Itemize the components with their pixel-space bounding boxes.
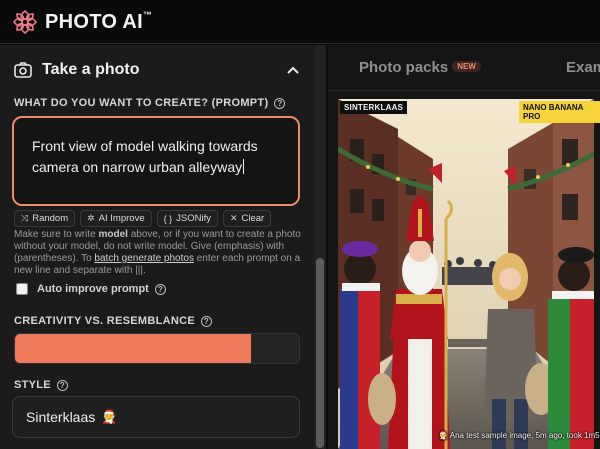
style-emoji: 🧑‍🎄 (101, 409, 118, 424)
app-name: PHOTO AI™ (45, 9, 153, 33)
tab-examples[interactable]: Exam (566, 59, 600, 76)
top-bar: PHOTO AI™ (0, 0, 600, 44)
new-badge: NEW (452, 61, 481, 72)
scrollbar-thumb[interactable] (316, 258, 324, 448)
auto-improve-checkbox[interactable] (16, 283, 28, 295)
photo-caption: 🧑‍🎄 Ana test sample image, 5m ago, took … (438, 431, 600, 440)
random-button[interactable]: ⤨ Random (14, 210, 76, 227)
prompt-tools: ⤨ Random ✲ AI Improve { } JSONify ✕ Clear (14, 210, 272, 227)
camera-icon (14, 62, 32, 78)
sample-photo-image (338, 99, 594, 449)
style-select[interactable]: Sinterklaas 🧑‍🎄 (12, 396, 300, 438)
braces-icon: { } (163, 213, 173, 224)
model-badge: NANO BANANA PRO (519, 101, 600, 123)
style-value: Sinterklaas (26, 409, 96, 425)
prompt-text: Front view of model walking towards came… (32, 138, 258, 175)
prompt-textarea[interactable]: Front view of model walking towards came… (12, 116, 300, 206)
creativity-label: CREATIVITY VS. RESEMBLANCE ? (14, 315, 212, 327)
take-photo-header[interactable]: Take a photo (14, 61, 140, 79)
help-icon[interactable]: ? (274, 97, 286, 109)
help-icon[interactable]: ? (200, 315, 212, 327)
ai-improve-button[interactable]: ✲ AI Improve (80, 210, 152, 227)
magic-icon: ✲ (87, 213, 95, 223)
creativity-slider[interactable] (14, 333, 300, 364)
take-photo-panel: Take a photo WHAT DO YOU WANT TO CREATE?… (0, 45, 314, 449)
auto-improve-row: Auto improve prompt ? (16, 283, 166, 295)
style-label: STYLE ? (14, 379, 68, 391)
tab-bar: Photo packs NEW Exam (328, 45, 600, 91)
clear-button[interactable]: ✕ Clear (222, 210, 272, 227)
logo-flower-icon (12, 9, 38, 35)
help-icon[interactable]: ? (56, 379, 68, 391)
chevron-up-icon[interactable] (286, 65, 300, 75)
batch-generate-link[interactable]: batch generate photos (94, 253, 194, 264)
text-caret (243, 159, 245, 174)
prompt-help-text: Make sure to write model above, or if yo… (14, 229, 301, 276)
photo-gallery-panel: Photo packs NEW Exam SINTERKLAAS NANO BA… (328, 45, 600, 449)
sample-photo[interactable] (338, 99, 594, 449)
section-title: Take a photo (42, 61, 140, 78)
jsonify-button[interactable]: { } JSONify (156, 210, 218, 227)
pack-tag: SINTERKLAAS (340, 101, 408, 114)
help-icon[interactable]: ? (154, 283, 166, 295)
auto-improve-label: Auto improve prompt (37, 283, 149, 295)
logo[interactable]: PHOTO AI™ (12, 9, 152, 35)
tab-photo-packs[interactable]: Photo packs NEW (359, 59, 481, 76)
creativity-slider-fill (15, 334, 251, 363)
clear-icon: ✕ (229, 213, 238, 223)
shuffle-icon: ⤨ (21, 213, 29, 223)
prompt-label: WHAT DO YOU WANT TO CREATE? (PROMPT) ? (14, 97, 286, 109)
